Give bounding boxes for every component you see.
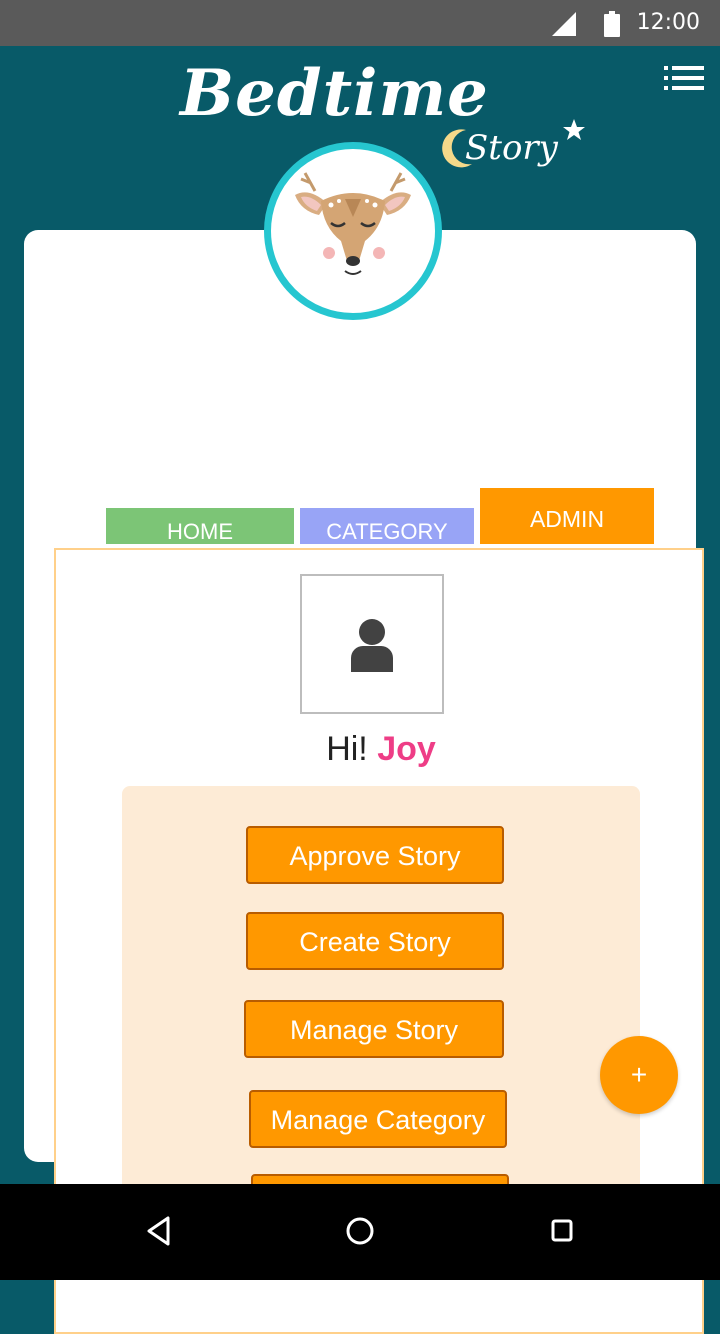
greeting-text: Hi! [326, 730, 368, 768]
user-icon [351, 619, 393, 672]
create-story-button[interactable]: Create Story [246, 912, 504, 970]
deer-icon [295, 172, 411, 275]
star-icon [563, 119, 585, 140]
greeting: Hi! Joy [56, 730, 706, 769]
tab-admin[interactable]: ADMIN [480, 488, 654, 544]
profile-photo[interactable] [300, 574, 444, 714]
recents-icon[interactable] [550, 1214, 574, 1248]
add-fab-button[interactable]: + [600, 1036, 678, 1114]
signal-icon [552, 12, 576, 36]
logo-subtitle: Story [465, 128, 558, 168]
manage-category-button[interactable]: Manage Category [249, 1090, 507, 1148]
logo-title: Bedtime [180, 56, 489, 131]
deer-avatar [264, 142, 442, 320]
main-card: HOME CATEGORY ADMIN Hi! Joy Approve Stor… [24, 230, 704, 1334]
system-nav-bar [0, 1184, 720, 1280]
manage-story-button[interactable]: Manage Story [244, 1000, 504, 1058]
app-content: Bedtime Story HOME CATEGORY ADMIN Hi! Jo… [0, 46, 720, 1334]
home-icon[interactable] [346, 1214, 374, 1248]
approve-story-button[interactable]: Approve Story [246, 826, 504, 884]
status-bar: 12:00 [0, 0, 720, 46]
list-menu-icon[interactable] [664, 66, 704, 92]
back-icon[interactable] [146, 1214, 170, 1248]
status-time: 12:00 [636, 10, 700, 35]
battery-icon [604, 11, 620, 37]
tab-category[interactable]: CATEGORY [300, 508, 474, 544]
user-name: Joy [377, 730, 436, 768]
tab-home[interactable]: HOME [106, 508, 294, 544]
